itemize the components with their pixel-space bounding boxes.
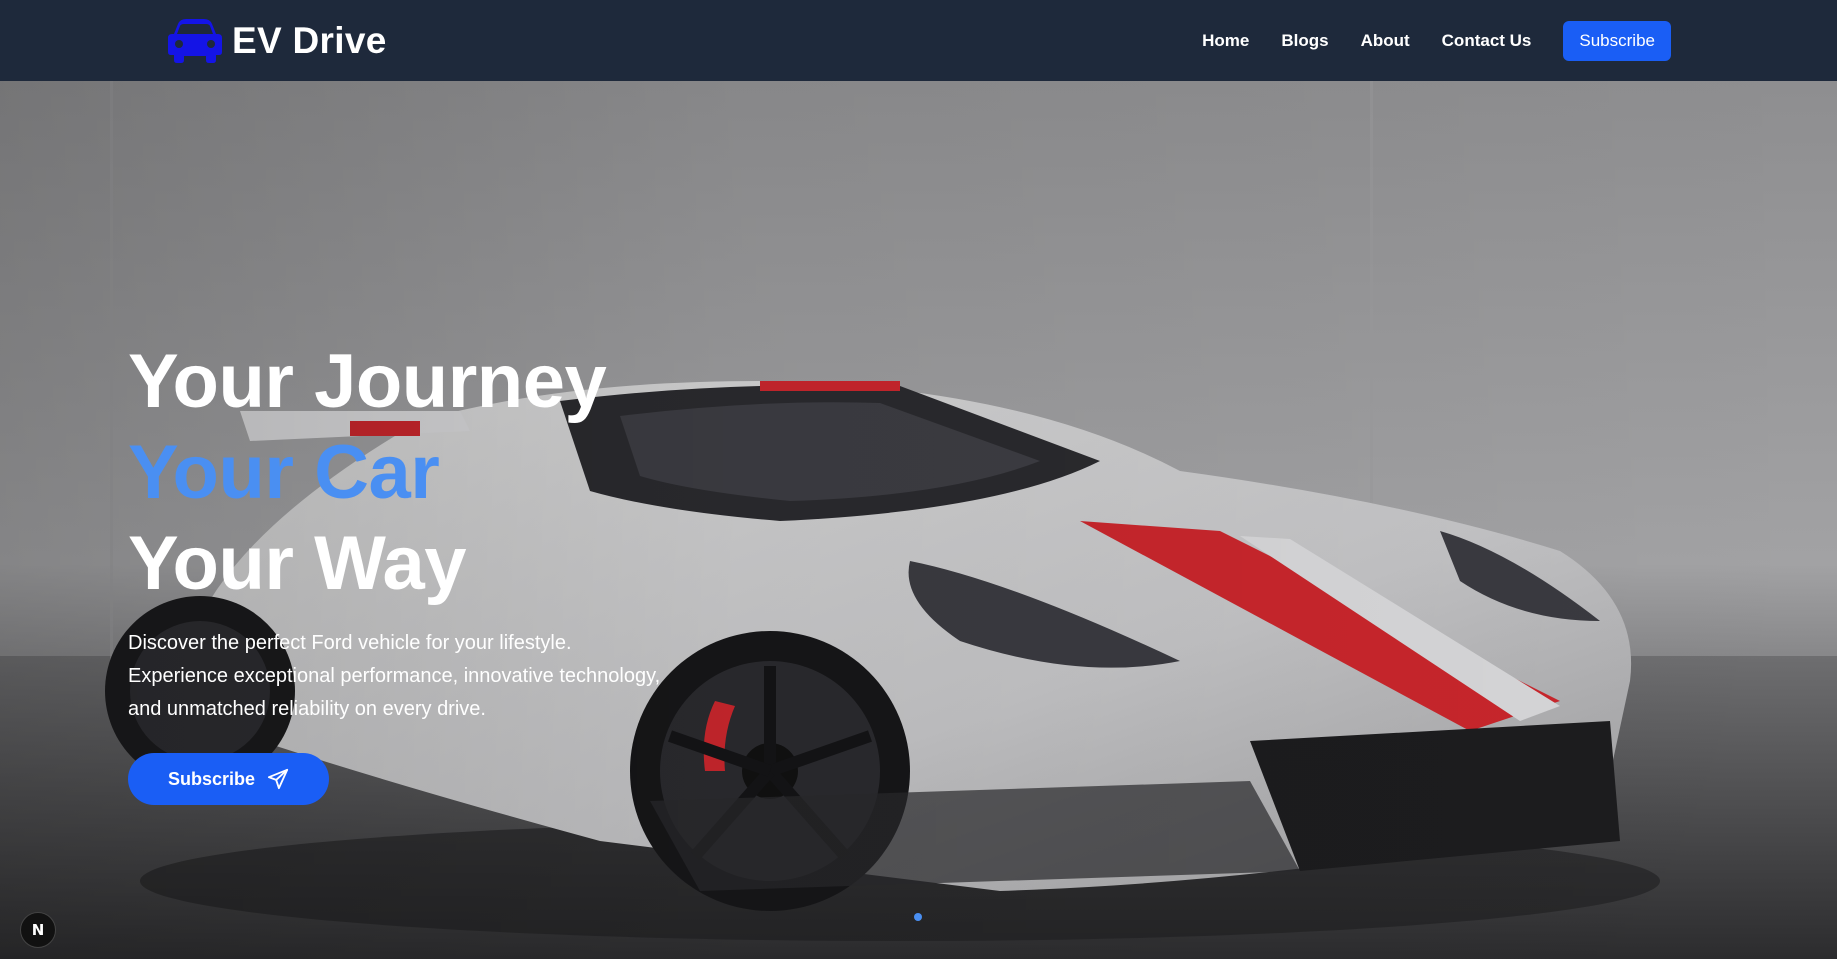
dev-tools-badge[interactable]: N bbox=[20, 912, 56, 948]
hero-headline: Your Journey Your Car Your Way bbox=[128, 336, 828, 609]
brand-logo[interactable]: EV Drive bbox=[166, 16, 387, 66]
carousel-dot-active[interactable] bbox=[914, 913, 922, 921]
hero-section: Your Journey Your Car Your Way Discover … bbox=[0, 81, 1837, 959]
send-icon bbox=[267, 768, 289, 790]
hero-subscribe-label: Subscribe bbox=[168, 768, 256, 789]
hero-content: Your Journey Your Car Your Way Discover … bbox=[128, 336, 828, 805]
nav-link-home[interactable]: Home bbox=[1202, 31, 1249, 51]
nav-link-about[interactable]: About bbox=[1361, 31, 1410, 51]
page: EV Drive Home Blogs About Contact Us Sub… bbox=[0, 0, 1837, 959]
hero-description: Discover the perfect Ford vehicle for yo… bbox=[128, 627, 768, 726]
headline-line-3: Your Way bbox=[128, 521, 467, 606]
hero-description-line-2: Experience exceptional performance, inno… bbox=[128, 665, 661, 687]
hero-subscribe-button[interactable]: Subscribe bbox=[128, 753, 330, 805]
headline-line-1: Your Journey bbox=[128, 339, 607, 424]
car-icon bbox=[168, 19, 222, 63]
nav-link-blogs[interactable]: Blogs bbox=[1281, 31, 1328, 51]
hero-description-line-3: and unmatched reliability on every drive… bbox=[128, 698, 486, 720]
nav-subscribe-button[interactable]: Subscribe bbox=[1563, 21, 1671, 61]
navbar: EV Drive Home Blogs About Contact Us Sub… bbox=[0, 0, 1837, 81]
hero-description-line-1: Discover the perfect Ford vehicle for yo… bbox=[128, 632, 572, 654]
nav-link-contact-us[interactable]: Contact Us bbox=[1442, 31, 1532, 51]
headline-line-2: Your Car bbox=[128, 430, 440, 515]
brand-name: EV Drive bbox=[232, 20, 387, 61]
main-nav: Home Blogs About Contact Us Subscribe bbox=[1202, 21, 1671, 61]
